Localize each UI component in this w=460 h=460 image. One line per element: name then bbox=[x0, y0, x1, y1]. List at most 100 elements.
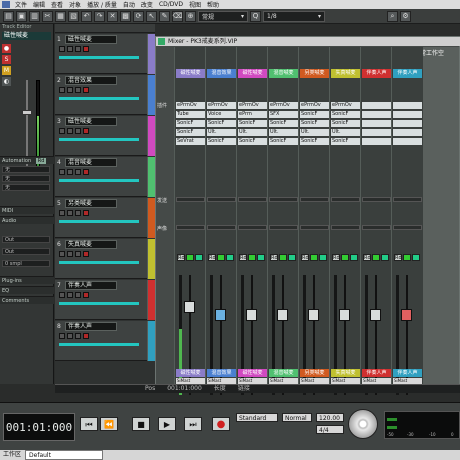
mode-select[interactable]: Standard bbox=[236, 413, 278, 422]
pan-knob[interactable] bbox=[269, 225, 298, 230]
insert-slot[interactable]: SonicF bbox=[269, 120, 298, 127]
track-volume-slider[interactable] bbox=[59, 220, 139, 223]
record-arm-button[interactable] bbox=[319, 254, 327, 261]
insert-slot[interactable] bbox=[362, 111, 391, 118]
record-enable-button[interactable]: ● bbox=[2, 44, 11, 53]
track-record-button[interactable] bbox=[83, 169, 89, 175]
automation-field-1[interactable]: 无 bbox=[2, 166, 50, 173]
input-monitor-button[interactable] bbox=[372, 254, 380, 261]
input-monitor-button[interactable] bbox=[248, 254, 256, 261]
insert-slot[interactable]: SonicF bbox=[207, 138, 236, 145]
track-volume-slider[interactable] bbox=[59, 56, 139, 59]
track-name[interactable]: 磁性喊麦 bbox=[65, 35, 117, 44]
fader-handle[interactable] bbox=[370, 308, 381, 321]
play-button[interactable]: ▶ bbox=[158, 417, 176, 431]
solo-button[interactable]: S bbox=[2, 55, 11, 64]
menu-view[interactable]: 查看 bbox=[48, 0, 66, 9]
track-mute-button[interactable] bbox=[67, 210, 73, 216]
track-fx-button[interactable] bbox=[59, 46, 65, 52]
quantize-icon[interactable]: Q bbox=[250, 10, 261, 22]
fader-track[interactable] bbox=[344, 275, 346, 395]
insert-slot[interactable]: Ult. bbox=[207, 129, 236, 136]
automation-field-3[interactable]: 无 bbox=[2, 184, 50, 191]
fader-handle[interactable] bbox=[184, 301, 195, 314]
channel-name[interactable]: 伴奏人声 bbox=[393, 69, 422, 78]
insert-slot[interactable]: SonicF bbox=[300, 111, 329, 118]
section-automation[interactable]: Automation Rd bbox=[0, 156, 54, 164]
read-automation-button[interactable]: Rd bbox=[363, 254, 371, 261]
track-record-button[interactable] bbox=[83, 333, 89, 339]
menu-object[interactable]: 对象 bbox=[66, 0, 84, 9]
track-volume-slider[interactable] bbox=[59, 343, 139, 346]
insert-slot[interactable]: Ult. bbox=[238, 129, 267, 136]
insert-slot[interactable]: SonicF bbox=[331, 138, 360, 145]
insert-slot[interactable]: SonicF bbox=[238, 138, 267, 145]
pan-knob[interactable] bbox=[393, 225, 422, 230]
monitor-button[interactable]: ◐ bbox=[2, 77, 11, 86]
insert-slot[interactable]: SonicF bbox=[269, 138, 298, 145]
insert-slot[interactable]: ePrmOv bbox=[176, 102, 205, 109]
inspector-track-name[interactable]: 磁性喊麦 bbox=[2, 32, 51, 40]
track-fx-button[interactable] bbox=[59, 87, 65, 93]
section-plugins[interactable]: Plug-ins bbox=[0, 276, 54, 284]
record-arm-button[interactable] bbox=[412, 254, 420, 261]
open-icon[interactable]: ▣ bbox=[16, 10, 27, 22]
insert-slot[interactable]: ePrmOv bbox=[269, 102, 298, 109]
record-button[interactable]: ● bbox=[212, 417, 230, 431]
pos-value[interactable]: 001:01:000 bbox=[167, 385, 202, 393]
insert-slot[interactable]: ePrmOv bbox=[331, 102, 360, 109]
track-fx-button[interactable] bbox=[59, 292, 65, 298]
insert-slot[interactable]: SonicF bbox=[207, 120, 236, 127]
track-volume-slider[interactable] bbox=[59, 261, 139, 264]
audio-field-out-2[interactable]: Out bbox=[2, 248, 50, 255]
fader-handle[interactable] bbox=[277, 308, 288, 321]
track-solo-button[interactable] bbox=[75, 46, 81, 52]
audio-field-out-1[interactable]: Out bbox=[2, 236, 50, 243]
track-fx-button[interactable] bbox=[59, 333, 65, 339]
insert-slot[interactable]: SonicF bbox=[300, 120, 329, 127]
track-mute-button[interactable] bbox=[67, 128, 73, 134]
menu-window[interactable]: 视图 bbox=[186, 0, 204, 9]
tempo-field[interactable]: 120.00 bbox=[316, 413, 344, 422]
insert-slot[interactable]: ePrmOv bbox=[207, 102, 236, 109]
track-fx-button[interactable] bbox=[59, 169, 65, 175]
insert-slot[interactable]: SFX bbox=[269, 111, 298, 118]
read-automation-button[interactable]: Rd bbox=[270, 254, 278, 261]
input-monitor-button[interactable] bbox=[186, 254, 194, 261]
read-automation-button[interactable]: Rd bbox=[239, 254, 247, 261]
track-name[interactable]: 磁性喊麦 bbox=[65, 117, 117, 126]
record-arm-button[interactable] bbox=[195, 254, 203, 261]
input-monitor-button[interactable] bbox=[341, 254, 349, 261]
track-volume-slider[interactable] bbox=[59, 302, 139, 305]
track-row[interactable]: 8 伴奏人声 bbox=[55, 321, 155, 361]
menu-play[interactable]: 播放 / 质量 bbox=[84, 0, 120, 9]
counter-select[interactable]: 1/8 ▾ bbox=[263, 10, 325, 22]
preset-select[interactable]: 常规 ▾ bbox=[198, 10, 248, 22]
channel-name[interactable]: 磁性喊麦 bbox=[238, 69, 267, 78]
insert-slot[interactable]: SonicF bbox=[331, 120, 360, 127]
track-volume-slider[interactable] bbox=[59, 97, 139, 100]
send-slot[interactable] bbox=[393, 197, 422, 202]
insert-slot[interactable] bbox=[393, 138, 422, 145]
track-mute-button[interactable] bbox=[67, 333, 73, 339]
menu-cd[interactable]: CD/DVD bbox=[156, 1, 186, 8]
track-row[interactable]: 1 磁性喊麦 bbox=[55, 34, 155, 74]
pan-knob[interactable] bbox=[207, 225, 236, 230]
fader-track[interactable] bbox=[220, 275, 222, 395]
track-fx-button[interactable] bbox=[59, 128, 65, 134]
channel-name[interactable]: 伴奏人声 bbox=[362, 69, 391, 78]
insert-slot[interactable]: SonicF bbox=[176, 120, 205, 127]
read-automation-button[interactable]: Rd bbox=[208, 254, 216, 261]
send-slot[interactable] bbox=[331, 197, 360, 202]
track-row[interactable]: 4 混音喊麦 bbox=[55, 157, 155, 197]
automation-badge[interactable]: Rd bbox=[35, 158, 47, 164]
signature-field[interactable]: 4/4 bbox=[316, 425, 344, 434]
track-solo-button[interactable] bbox=[75, 128, 81, 134]
save-icon[interactable]: ▥ bbox=[29, 10, 40, 22]
time-display[interactable]: 001:01:000 bbox=[3, 413, 75, 441]
workspace-select[interactable]: Default bbox=[25, 450, 104, 460]
new-icon[interactable]: ▤ bbox=[3, 10, 14, 22]
search-icon[interactable]: ⌕ bbox=[387, 10, 398, 22]
insert-slot[interactable]: SonicF bbox=[331, 111, 360, 118]
fader-handle[interactable] bbox=[215, 308, 226, 321]
